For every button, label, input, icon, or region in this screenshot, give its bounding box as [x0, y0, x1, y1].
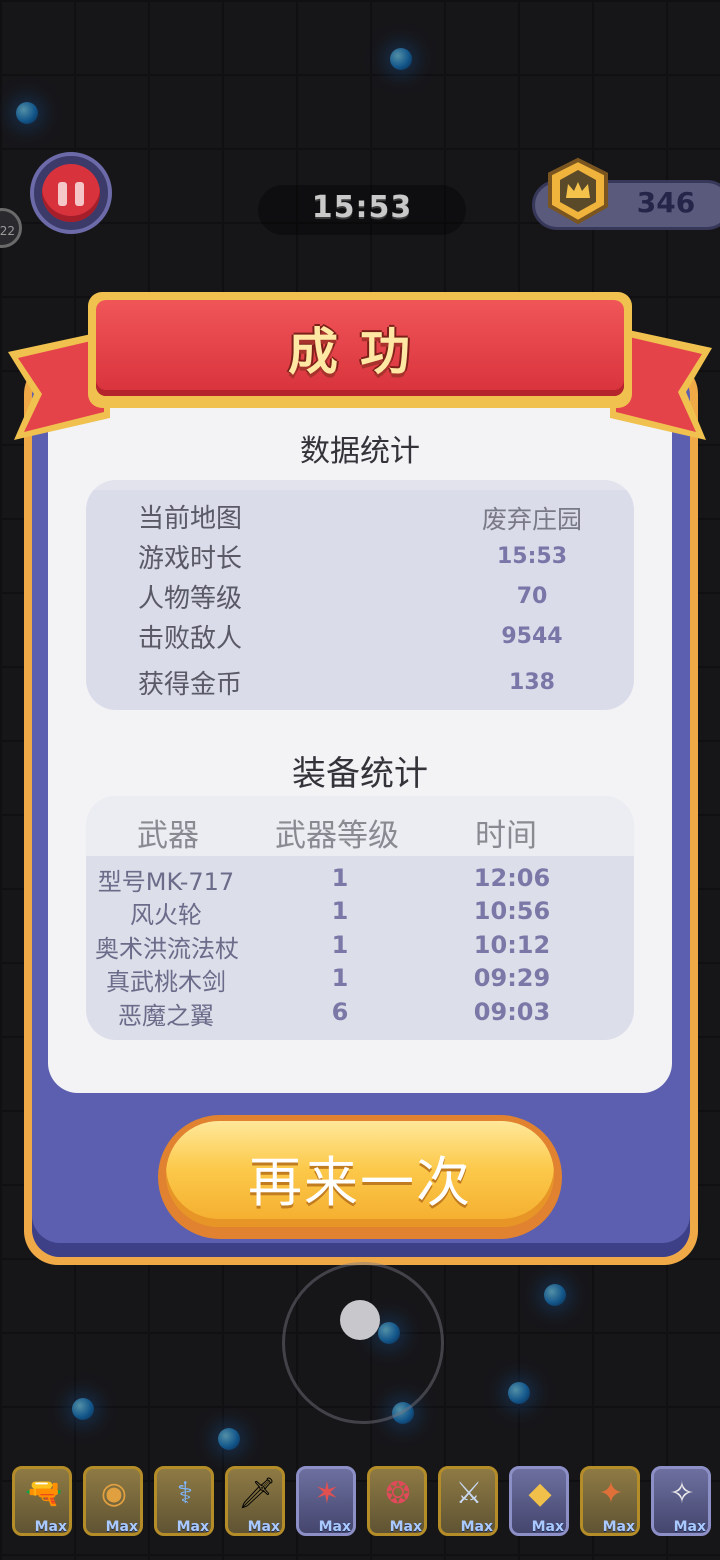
column-header-weapon: 武器 — [137, 818, 199, 854]
equipment-level: 1 — [331, 964, 349, 992]
skill-slot: ✧ Max — [651, 1466, 711, 1536]
equipment-name: 恶魔之翼 — [118, 1002, 214, 1030]
skill-max-label: Max — [389, 1519, 422, 1535]
equipment-level: 1 — [331, 931, 349, 959]
skill-max-label: Max — [460, 1519, 493, 1535]
skill-slot: ◆ Max — [509, 1466, 569, 1536]
skill-slot: 🔫 Max — [12, 1466, 72, 1536]
stat-label-level: 人物等级 — [138, 584, 243, 614]
equipment-name: 真武桃木剑 — [106, 968, 226, 996]
equipment-time: 09:03 — [473, 998, 551, 1026]
pause-icon — [42, 164, 100, 222]
skill-max-label: Max — [673, 1519, 706, 1535]
joystick-knob[interactable] — [340, 1300, 380, 1340]
stat-label-gold: 获得金币 — [138, 670, 243, 700]
skill-max-label: Max — [247, 1519, 280, 1535]
crystal-icon: ◆ — [528, 1476, 552, 1511]
skill-max-label: Max — [34, 1519, 67, 1535]
equipment-level: 1 — [331, 864, 349, 892]
sword-icon: 🗡 — [238, 1476, 277, 1511]
skill-max-label: Max — [602, 1519, 635, 1535]
skill-slot: ◉ Max — [83, 1466, 143, 1536]
skill-slot: 🗡 Max — [225, 1466, 285, 1536]
skill-slot: ⚔ Max — [438, 1466, 498, 1536]
stat-value-duration: 15:53 — [496, 544, 568, 569]
stat-label-duration: 游戏时长 — [138, 544, 243, 574]
skill-max-label: Max — [531, 1519, 564, 1535]
result-title: 成功 — [288, 323, 432, 381]
skill-max-label: Max — [318, 1519, 351, 1535]
stat-label-kills: 击败敌人 — [138, 624, 243, 654]
equipment-name: 型号MK-717 — [97, 868, 235, 896]
skill-slot: ⚕ Max — [154, 1466, 214, 1536]
stats-section-title: 数据统计 — [300, 434, 420, 469]
equipment-section-title: 装备统计 — [292, 754, 428, 794]
equipment-level: 6 — [331, 998, 349, 1026]
coin-count: 346 — [636, 186, 696, 219]
stat-label-map: 当前地图 — [138, 504, 243, 534]
skill-slot: ❂ Max — [367, 1466, 427, 1536]
virtual-joystick[interactable] — [282, 1262, 444, 1424]
stat-value-level: 70 — [516, 584, 548, 609]
wheel-icon: ◉ — [100, 1476, 128, 1511]
equipment-name: 奥术洪流法杖 — [95, 935, 239, 963]
retry-button-label[interactable]: 再来一次 — [166, 1138, 554, 1217]
staff-icon: ⚕ — [176, 1476, 194, 1511]
stat-value-kills: 9544 — [501, 624, 563, 649]
equipment-time: 09:29 — [473, 964, 551, 992]
skill-max-label: Max — [105, 1519, 138, 1535]
blade-icon: ⚔ — [455, 1476, 483, 1511]
column-header-time: 时间 — [475, 818, 537, 854]
skill-max-label: Max — [176, 1519, 209, 1535]
equipment-name: 风火轮 — [130, 901, 202, 929]
wings-icon: ✧ — [669, 1476, 695, 1511]
crown-coin-icon — [548, 157, 608, 225]
equipment-time: 10:56 — [473, 897, 551, 925]
claw-icon: ✶ — [314, 1476, 340, 1511]
equipment-time: 12:06 — [473, 864, 551, 892]
column-header-weapon-level: 武器等级 — [275, 818, 399, 854]
equipment-time: 10:12 — [473, 931, 551, 959]
game-timer: 15:53 — [311, 190, 413, 225]
pause-button[interactable] — [30, 152, 112, 234]
rune-icon: ❂ — [385, 1476, 411, 1511]
stat-value-map: 废弃庄园 — [481, 505, 582, 534]
torch-icon: ✦ — [598, 1476, 624, 1511]
equipment-level: 1 — [331, 897, 349, 925]
stat-value-gold: 138 — [509, 670, 555, 695]
cannon-icon: 🔫 — [25, 1476, 63, 1511]
skill-slot: ✦ Max — [580, 1466, 640, 1536]
skill-slot: ✶ Max — [296, 1466, 356, 1536]
